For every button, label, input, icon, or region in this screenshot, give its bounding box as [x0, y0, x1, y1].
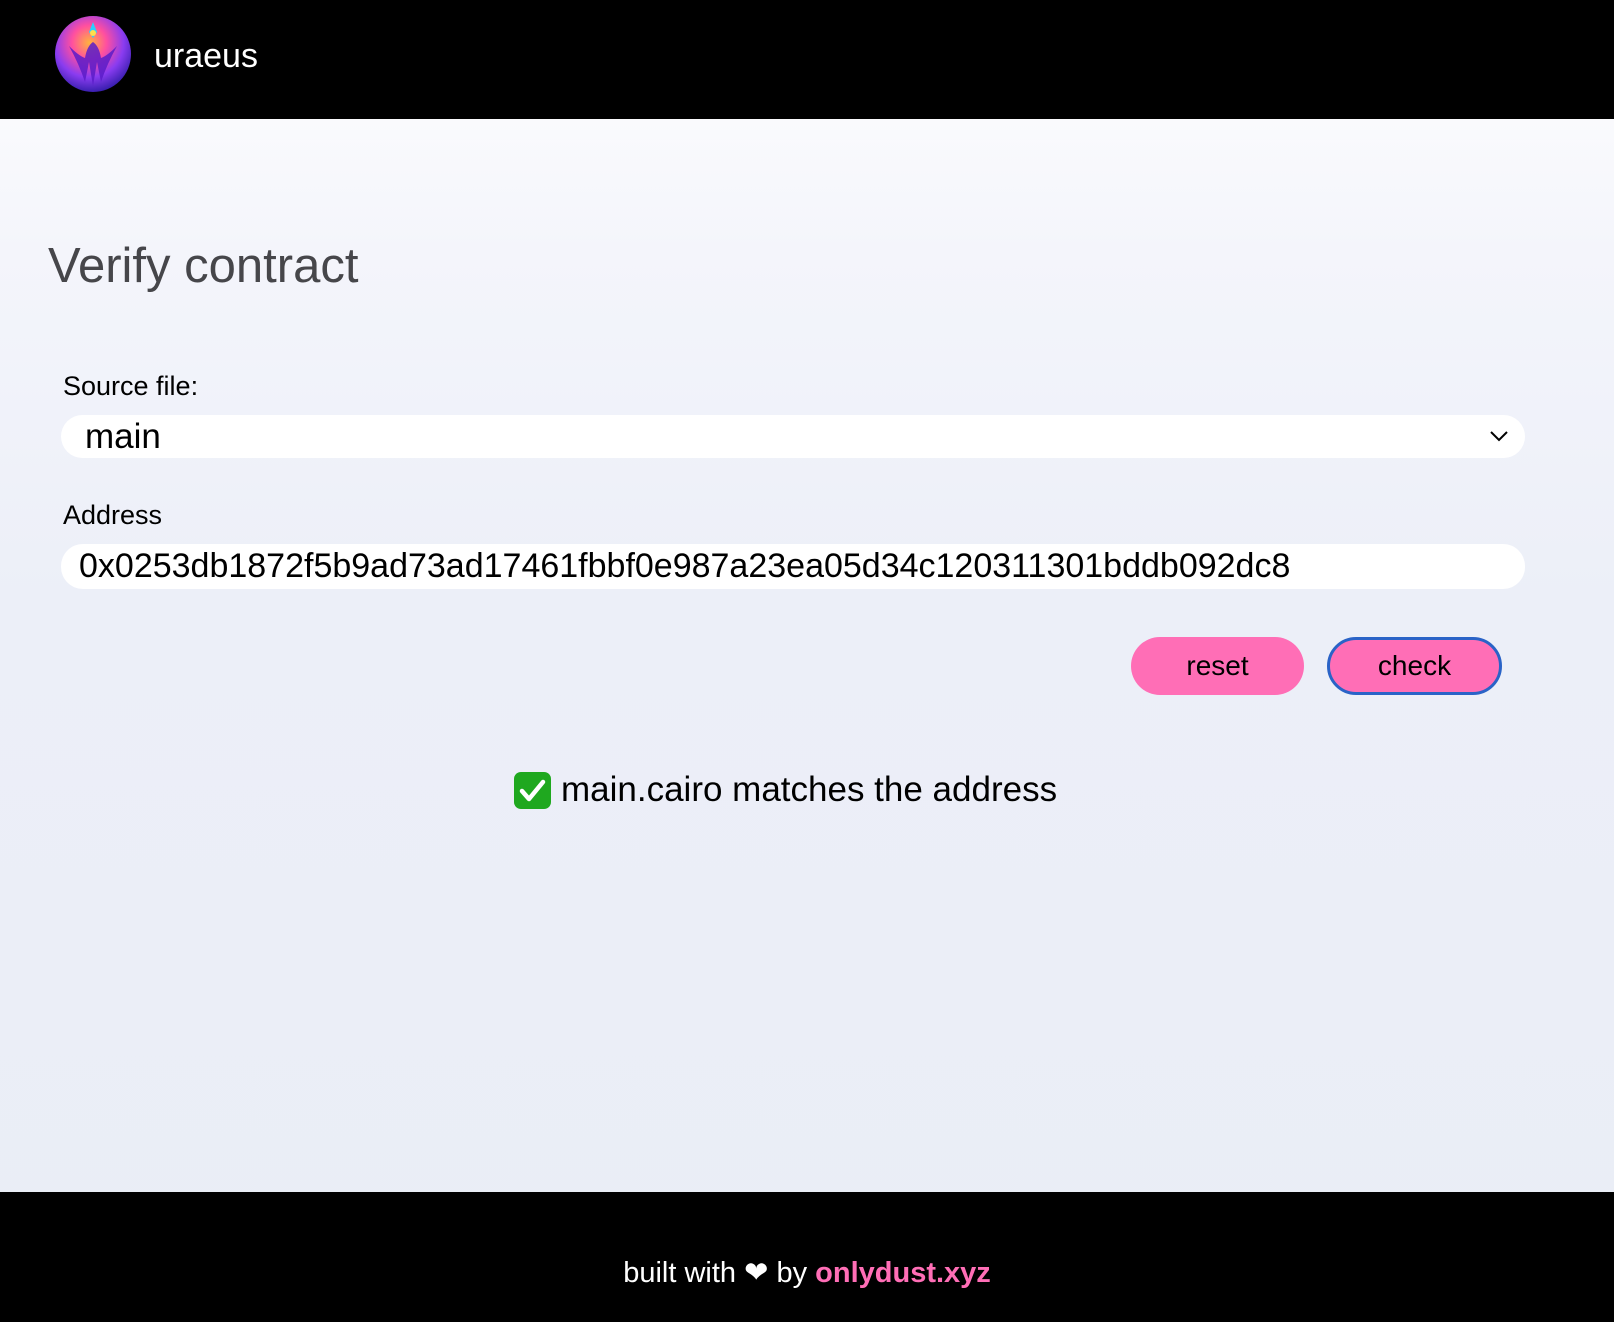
address-label: Address: [63, 500, 163, 530]
reset-button[interactable]: reset: [1131, 637, 1304, 695]
address-input[interactable]: [61, 544, 1525, 589]
check-mark-icon: [514, 771, 551, 809]
footer-by: by: [776, 1257, 808, 1289]
app-title[interactable]: uraeus: [154, 36, 258, 76]
uraeus-logo-icon[interactable]: [55, 16, 131, 92]
footer-prefix: built with: [623, 1257, 737, 1289]
top-bar: uraeus: [0, 0, 1614, 119]
onlydust-link[interactable]: onlydust.xyz: [815, 1257, 991, 1289]
source-file-select[interactable]: main: [61, 415, 1525, 458]
footer-credit: built with ❤ by onlydust.xyz: [0, 1255, 1614, 1291]
check-button[interactable]: check: [1327, 637, 1502, 695]
chevron-down-icon: [1490, 431, 1508, 442]
verification-result: main.cairo matches the address: [514, 768, 1057, 812]
result-text: main.cairo matches the address: [561, 770, 1058, 809]
source-file-selected-value: main: [85, 417, 161, 456]
source-file-label: Source file:: [63, 371, 199, 401]
heart-icon: ❤: [744, 1257, 769, 1289]
page-title: Verify contract: [48, 239, 359, 293]
